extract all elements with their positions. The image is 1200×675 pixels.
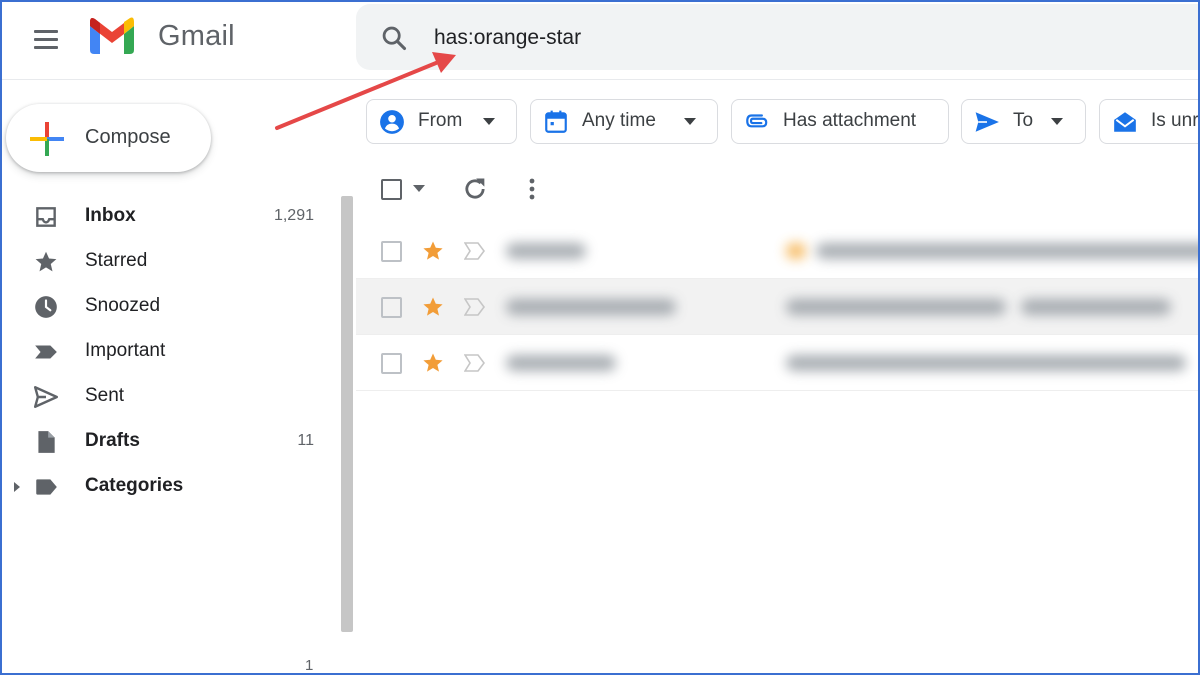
chip-label: To [1013,110,1034,131]
email-row[interactable] [356,223,1200,279]
blurred-subject [816,243,1200,259]
sidebar-scrollbar[interactable] [341,196,353,632]
sidebar-item-starred[interactable]: Starred [0,239,330,284]
chip-has-attachment[interactable]: Has attachment [731,99,949,144]
more-options-icon[interactable] [522,175,542,203]
expand-caret-icon[interactable] [13,481,21,493]
sidebar-item-categories[interactable]: Categories [0,464,330,509]
send-icon [975,112,999,132]
chip-is-unread[interactable]: Is unr [1099,99,1200,144]
search-icon[interactable] [380,24,408,52]
blurred-sender [506,243,586,259]
importance-marker-icon[interactable] [464,298,486,316]
chip-any-time[interactable]: Any time [530,99,718,144]
sidebar-item-label: Starred [85,250,148,271]
row-checkbox[interactable] [381,353,402,374]
chevron-down-icon [483,118,495,125]
send-icon [33,386,59,408]
star-icon [35,251,57,272]
calendar-icon [545,110,567,133]
sidebar-item-label: Important [85,340,166,361]
star-icon[interactable] [421,295,445,319]
inbox-icon [36,207,56,227]
compose-label: Compose [85,126,171,148]
sidebar-item-important[interactable]: Important [0,329,330,374]
clock-icon [35,296,57,318]
sidebar-item-drafts[interactable]: Drafts 11 [0,419,330,464]
blurred-subject [786,355,1186,371]
sidebar-item-label: Categories [85,475,184,496]
draft-icon [38,431,55,453]
mark-read-icon [1114,112,1136,132]
importance-marker-icon[interactable] [464,242,486,260]
blurred-sender [506,355,616,371]
paperclip-icon [746,114,768,128]
blurred-label [786,243,806,259]
sidebar-item-label: Sent [85,385,125,406]
drafts-count: 11 [297,432,314,449]
compose-plus-icon [30,122,64,156]
sidebar-item-snoozed[interactable]: Snoozed [0,284,330,329]
email-row[interactable] [356,335,1200,391]
row-checkbox[interactable] [381,241,402,262]
chevron-down-icon [684,118,696,125]
refresh-icon[interactable] [461,175,489,203]
chip-label: From [418,110,463,131]
select-all-checkbox[interactable] [381,179,402,200]
sidebar-item-inbox[interactable]: Inbox 1,291 [0,194,330,239]
sidebar-bottom-count: 1 [305,657,314,674]
important-icon [35,345,57,359]
sidebar-item-label: Snoozed [85,295,161,316]
sidebar-nav: Inbox 1,291 Starred Snoozed Important Se… [0,194,330,509]
star-icon[interactable] [421,351,445,375]
app-name: Gmail [158,20,235,52]
label-icon [36,479,57,495]
blurred-subject [786,299,1006,315]
chip-to[interactable]: To [961,99,1086,144]
chevron-down-icon [1051,118,1063,125]
sidebar-item-label: Inbox [85,205,136,226]
chip-from[interactable]: From [366,99,517,144]
email-row[interactable] [356,279,1200,335]
person-icon [380,110,404,134]
row-checkbox[interactable] [381,297,402,318]
compose-button[interactable]: Compose [6,104,211,172]
menu-icon-bar [34,45,58,49]
menu-icon-bar [34,29,58,33]
search-input[interactable] [434,21,1134,55]
menu-icon-bar [34,37,58,41]
select-options-chevron-icon[interactable] [413,185,425,193]
sidebar-item-label: Drafts [85,430,140,451]
blurred-sender [506,299,676,315]
blurred-snippet [1021,299,1171,315]
sidebar-item-sent[interactable]: Sent [0,374,330,419]
chip-label: Is unr [1151,110,1199,131]
unread-count: 1,291 [273,207,314,224]
importance-marker-icon[interactable] [464,354,486,372]
chip-label: Any time [582,110,656,131]
top-header: Gmail [0,0,1200,80]
search-bar[interactable] [356,4,1200,70]
star-icon[interactable] [421,239,445,263]
chip-label: Has attachment [783,110,917,131]
main-menu-button[interactable] [24,20,68,58]
gmail-logo-icon[interactable] [86,16,138,56]
